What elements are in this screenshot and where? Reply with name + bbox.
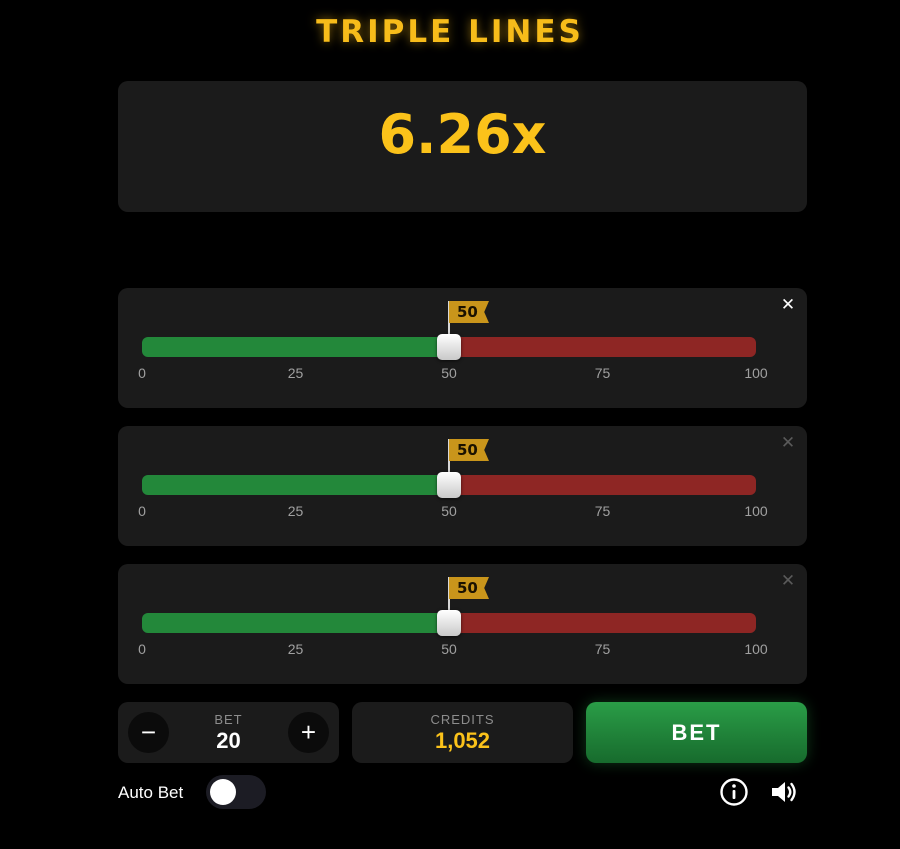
- marker-flag: 50: [449, 301, 489, 323]
- tick-label: 50: [441, 503, 457, 519]
- credits-display: CREDITS 1,052: [352, 702, 573, 763]
- tick-label: 25: [287, 365, 304, 381]
- track-win-segment: [142, 475, 449, 495]
- line-panel-3: ✕ 50 0 25 50 75 100: [118, 564, 807, 684]
- track-win-segment: [142, 337, 449, 357]
- marker-flag: 50: [449, 439, 489, 461]
- tick-label: 75: [594, 641, 611, 657]
- close-icon[interactable]: ✕: [779, 296, 797, 314]
- place-bet-button[interactable]: BET: [586, 702, 807, 763]
- tick-label: 25: [287, 503, 304, 519]
- tick-label: 0: [138, 365, 146, 381]
- bet-amount-control: − BET 20 +: [118, 702, 339, 763]
- speaker-icon[interactable]: [769, 777, 799, 807]
- line-panel-1: ✕ 50 0 25 50 75 100: [118, 288, 807, 408]
- tick-label: 100: [744, 641, 768, 657]
- tick-label: 100: [744, 503, 768, 519]
- game-screen: TRIPLE LINES 6.26x ✕ 50 0 25 50 75 100 ✕…: [0, 0, 900, 849]
- close-icon[interactable]: ✕: [779, 434, 797, 452]
- close-icon[interactable]: ✕: [779, 572, 797, 590]
- tick-label: 100: [744, 365, 768, 381]
- slider-thumb[interactable]: [437, 334, 461, 360]
- track-lose-segment: [449, 613, 756, 633]
- multiplier-panel: 6.26x: [118, 81, 807, 212]
- line-panel-2: ✕ 50 0 25 50 75 100: [118, 426, 807, 546]
- tick-label: 25: [287, 641, 304, 657]
- increase-bet-button[interactable]: +: [288, 712, 329, 753]
- toggle-knob: [210, 779, 236, 805]
- credits-label: CREDITS: [430, 712, 495, 727]
- tick-label: 50: [441, 641, 457, 657]
- credits-value: 1,052: [434, 728, 491, 753]
- slider-thumb[interactable]: [437, 610, 461, 636]
- multiplier-value: 6.26x: [378, 103, 547, 166]
- tick-label: 75: [594, 365, 611, 381]
- auto-bet-toggle[interactable]: [206, 775, 266, 809]
- tick-label: 50: [441, 365, 457, 381]
- tick-label: 0: [138, 641, 146, 657]
- tick-label: 75: [594, 503, 611, 519]
- slider-thumb[interactable]: [437, 472, 461, 498]
- track-lose-segment: [449, 475, 756, 495]
- tick-label: 0: [138, 503, 146, 519]
- auto-bet-label: Auto Bet: [118, 783, 184, 802]
- info-icon[interactable]: [719, 777, 749, 807]
- game-title: TRIPLE LINES: [316, 14, 584, 50]
- track-win-segment: [142, 613, 449, 633]
- track-lose-segment: [449, 337, 756, 357]
- marker-flag: 50: [449, 577, 489, 599]
